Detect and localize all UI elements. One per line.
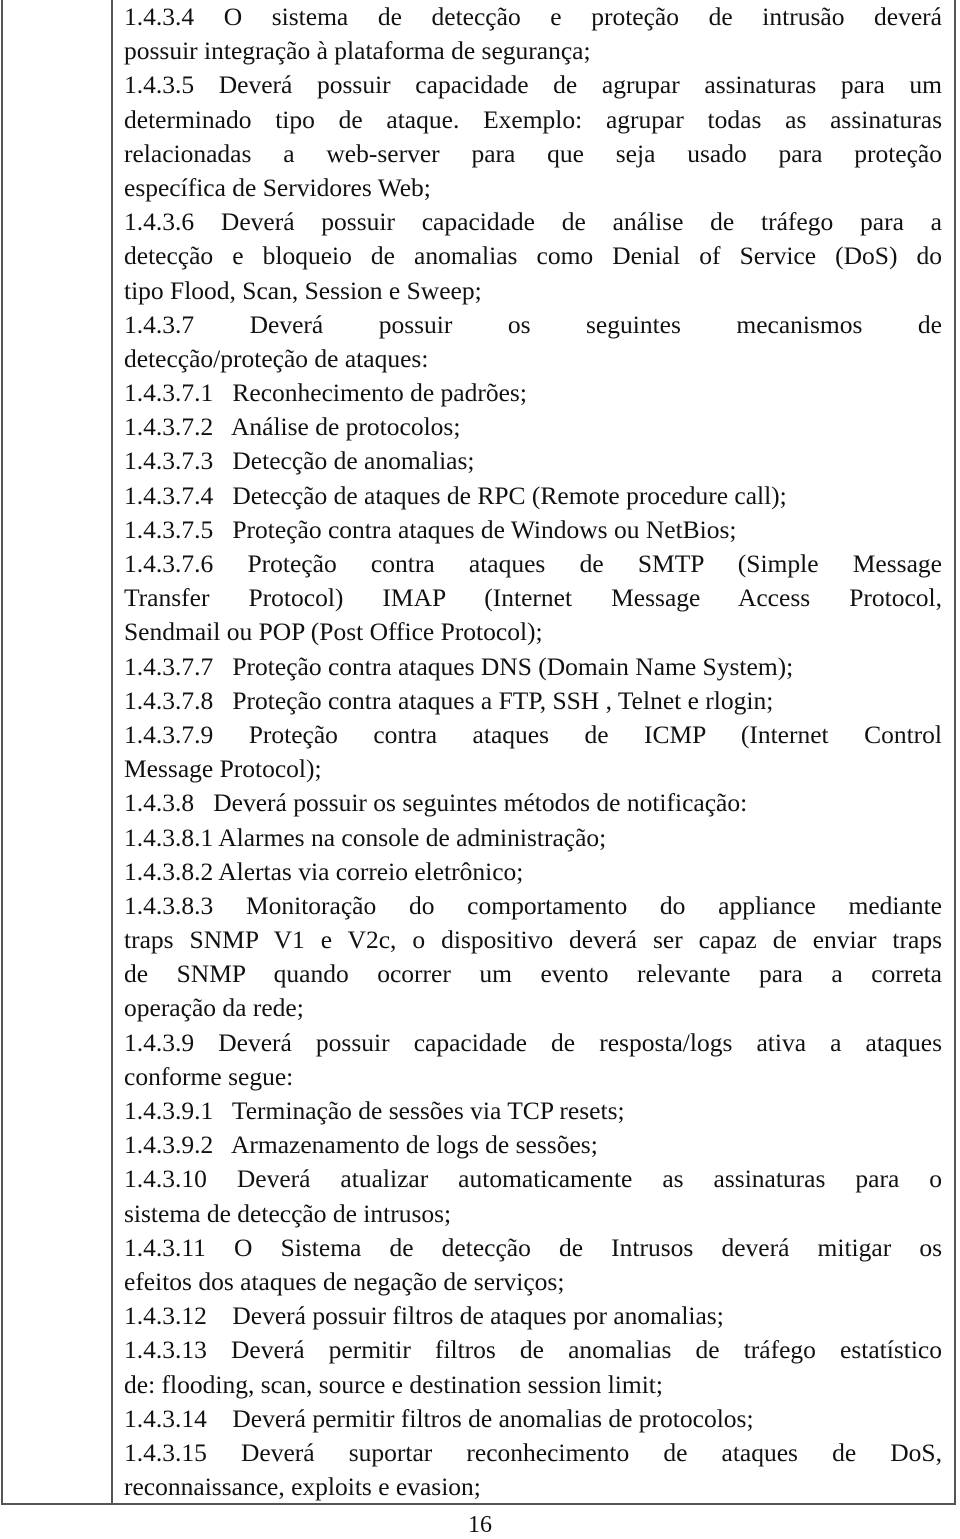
document-line: Transfer Protocol) IMAP (Internet Messag…	[124, 583, 942, 613]
document-line: 1.4.3.7.5 Proteção contra ataques de Win…	[124, 514, 737, 544]
document-line: 1.4.3.9.2 Armazenamento de logs de sessõ…	[124, 1130, 598, 1160]
document-line: 1.4.3.14 Deverá permitir filtros de anom…	[124, 1403, 754, 1433]
document-line: 1.4.3.7.2 Análise de protocolos;	[124, 412, 461, 442]
document-line: 1.4.3.7.6 Proteção contra ataques de SMT…	[124, 549, 942, 578]
document-line: 1.4.3.13 Deverá permitir filtros de anom…	[124, 1335, 942, 1365]
document-line: de SNMP quando ocorrer um evento relevan…	[124, 959, 942, 989]
document-line: reconnaissance, exploits e evasion;	[124, 1472, 481, 1502]
document-line: específica de Servidores Web;	[124, 172, 431, 202]
document-line: 1.4.3.7.1 Reconhecimento de padrões;	[124, 378, 527, 408]
document-line: 1.4.3.11 O Sistema de detecção de Intrus…	[124, 1232, 942, 1262]
document-line: possuir integração à plataforma de segur…	[124, 36, 591, 66]
document-line: relacionadas a web-server para que seja …	[124, 138, 942, 168]
requirements-text-column: 1.4.3.4 O sistema de detecção e proteção…	[113, 0, 954, 1503]
document-line: tipo Flood, Scan, Session e Sweep;	[124, 275, 482, 305]
document-line: 1.4.3.7.7 Proteção contra ataques DNS (D…	[124, 651, 794, 681]
document-line: 1.4.3.8.3 Monitoração do comportamento d…	[124, 890, 942, 920]
document-line: 1.4.3.9.1 Terminação de sessões via TCP …	[124, 1096, 625, 1125]
document-line: 1.4.3.7 Deverá possuir os seguintes meca…	[124, 309, 942, 339]
requirements-table: 1.4.3.4 O sistema de detecção e proteção…	[1, 0, 956, 1505]
document-line: 1.4.3.4 O sistema de detecção e proteção…	[124, 2, 942, 31]
document-line: 1.4.3.8.2 Alertas via correio eletrônico…	[124, 856, 524, 886]
document-line: Message Protocol);	[124, 754, 322, 784]
document-line: efeitos dos ataques de negação de serviç…	[124, 1266, 565, 1296]
document-line: 1.4.3.10 Deverá atualizar automaticament…	[124, 1164, 942, 1194]
document-line: 1.4.3.7.9 Proteção contra ataques de ICM…	[124, 719, 942, 749]
document-line: operação da rede;	[124, 993, 304, 1023]
table-left-column	[3, 0, 113, 1503]
document-line: 1.4.3.7.3 Detecção de anomalias;	[124, 446, 475, 476]
document-line: 1.4.3.7.8 Proteção contra ataques a FTP,…	[124, 685, 774, 715]
document-line: detecção e bloqueio de anomalias como De…	[124, 241, 942, 271]
document-line: 1.4.3.9 Deverá possuir capacidade de res…	[124, 1027, 942, 1057]
document-line: 1.4.3.8.1 Alarmes na console de administ…	[124, 822, 607, 852]
document-line: traps SNMP V1 e V2c, o dispositivo dever…	[124, 925, 942, 955]
document-line: determinado tipo de ataque. Exemplo: agr…	[124, 104, 942, 134]
document-line: 1.4.3.8 Deverá possuir os seguintes méto…	[124, 788, 748, 818]
document-line: 1.4.3.15 Deverá suportar reconhecimento …	[124, 1437, 942, 1467]
document-line: conforme segue:	[124, 1061, 294, 1091]
document-line: de: flooding, scan, source e destination…	[124, 1369, 663, 1399]
document-line: sistema de detecção de intrusos;	[124, 1198, 452, 1228]
page-number: 16	[468, 1512, 492, 1538]
document-line: 1.4.3.5 Deverá possuir capacidade de agr…	[124, 70, 942, 100]
document-line: 1.4.3.12 Deverá possuir filtros de ataqu…	[124, 1301, 724, 1331]
document-line: 1.4.3.7.4 Detecção de ataques de RPC (Re…	[124, 480, 787, 510]
document-line: 1.4.3.6 Deverá possuir capacidade de aná…	[124, 207, 942, 237]
document-line: Sendmail ou POP (Post Office Protocol);	[124, 617, 543, 647]
document-line: detecção/proteção de ataques:	[124, 343, 429, 373]
